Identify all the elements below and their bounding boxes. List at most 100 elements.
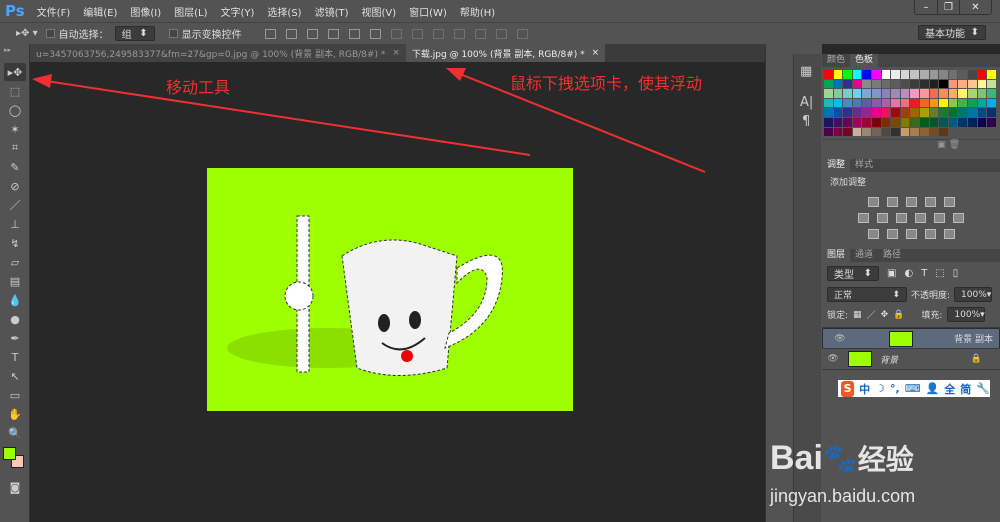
opacity-input[interactable]: 100% ▾ — [954, 287, 993, 303]
ime-simplified[interactable]: 简 — [960, 381, 971, 397]
lock-all-icon[interactable]: 🔒 — [893, 310, 904, 320]
swatch[interactable] — [948, 89, 958, 98]
swatch[interactable] — [852, 79, 862, 89]
swatch[interactable] — [967, 79, 977, 89]
lock-position-icon[interactable]: ✥ — [881, 310, 889, 320]
swatch[interactable] — [958, 70, 967, 79]
color-lookup-icon[interactable] — [953, 213, 964, 224]
swatch[interactable] — [833, 98, 843, 108]
swatch[interactable] — [833, 70, 843, 79]
vibrance-icon[interactable] — [943, 197, 955, 208]
swatch[interactable] — [900, 98, 910, 108]
swatch[interactable] — [852, 127, 862, 137]
swatch[interactable] — [900, 89, 910, 98]
swatch[interactable] — [987, 108, 996, 117]
swatch[interactable] — [929, 127, 939, 137]
tab-color[interactable]: 颜色 — [822, 54, 850, 67]
photo-filter-icon[interactable] — [915, 213, 926, 224]
posterize-icon[interactable] — [886, 229, 898, 240]
gradient-map-icon[interactable] — [943, 229, 955, 240]
swatch[interactable] — [843, 108, 852, 117]
swatch[interactable] — [881, 98, 891, 108]
swatch[interactable] — [919, 108, 929, 117]
visibility-eye-icon[interactable]: 👁 — [829, 334, 851, 344]
swatch[interactable] — [939, 89, 948, 98]
swatch[interactable] — [852, 117, 862, 127]
swatch[interactable] — [852, 70, 862, 79]
brightness-icon[interactable] — [867, 197, 879, 208]
swatch[interactable] — [871, 79, 881, 89]
swatch[interactable] — [891, 79, 900, 89]
swatch[interactable] — [929, 89, 939, 98]
swatch[interactable] — [852, 108, 862, 117]
swatch[interactable] — [939, 108, 948, 117]
swatch[interactable] — [862, 70, 871, 79]
swatch[interactable] — [939, 98, 948, 108]
swatch[interactable] — [987, 79, 996, 89]
ime-chinese-mode[interactable]: 中 — [859, 381, 870, 397]
filter-type-icon[interactable]: T — [921, 268, 927, 279]
swatch[interactable] — [871, 98, 881, 108]
swatch[interactable] — [919, 89, 929, 98]
swatch[interactable] — [910, 127, 919, 137]
swatch[interactable] — [824, 127, 833, 137]
swatch[interactable] — [824, 117, 833, 127]
swatch[interactable] — [871, 127, 881, 137]
swatch[interactable] — [929, 98, 939, 108]
tab-channels[interactable]: 通道 — [850, 249, 878, 262]
threshold-icon[interactable] — [905, 229, 917, 240]
swatch[interactable] — [977, 79, 987, 89]
blend-mode-dropdown[interactable]: 正常 ⬍ — [827, 287, 907, 303]
minimize-button[interactable]: – — [915, 0, 937, 14]
fill-input[interactable]: 100% ▾ — [947, 307, 986, 323]
swatch[interactable] — [977, 117, 987, 127]
swatch[interactable] — [843, 79, 852, 89]
swatch[interactable] — [977, 98, 987, 108]
swatch[interactable] — [891, 108, 900, 117]
swatch[interactable] — [987, 98, 996, 108]
swatch[interactable] — [939, 117, 948, 127]
swatch[interactable] — [891, 70, 900, 79]
swatch[interactable] — [958, 89, 967, 98]
swatch[interactable] — [881, 127, 891, 137]
swatch[interactable] — [862, 127, 871, 137]
swatch[interactable] — [891, 117, 900, 127]
tab-adjustments[interactable]: 调整 — [822, 159, 851, 173]
swatch[interactable] — [862, 108, 871, 117]
swatch[interactable] — [862, 117, 871, 127]
swatch[interactable] — [948, 117, 958, 127]
selective-color-icon[interactable] — [924, 229, 936, 240]
swatch[interactable] — [919, 70, 929, 79]
swatch[interactable] — [948, 108, 958, 117]
swatch[interactable] — [852, 89, 862, 98]
swatch[interactable] — [833, 108, 843, 117]
swatch[interactable] — [977, 108, 987, 117]
swatch[interactable] — [939, 79, 948, 89]
swatch[interactable] — [871, 70, 881, 79]
swatch[interactable] — [900, 79, 910, 89]
swatch[interactable] — [871, 117, 881, 127]
black-white-icon[interactable] — [896, 213, 907, 224]
channel-mixer-icon[interactable] — [934, 213, 945, 224]
ime-fullwidth[interactable]: 全 — [944, 381, 955, 397]
swatch[interactable] — [862, 79, 871, 89]
swatch[interactable] — [919, 117, 929, 127]
close-button[interactable]: ✕ — [959, 0, 991, 14]
swatch[interactable] — [967, 89, 977, 98]
hue-saturation-icon[interactable] — [858, 213, 869, 224]
paragraph-panel-icon[interactable]: ¶ — [802, 114, 813, 129]
ime-halfwidth-icon[interactable]: ☽ — [875, 382, 885, 395]
swatch[interactable] — [871, 108, 881, 117]
swatch[interactable] — [881, 108, 891, 117]
swatch[interactable] — [910, 89, 919, 98]
swatch[interactable] — [843, 117, 852, 127]
lock-transparent-icon[interactable]: ▦ — [853, 310, 862, 320]
curves-icon[interactable] — [905, 197, 917, 208]
swatch[interactable] — [967, 98, 977, 108]
swatch[interactable] — [871, 89, 881, 98]
swatch[interactable] — [977, 89, 987, 98]
swatch[interactable] — [948, 70, 958, 79]
lock-pixels-icon[interactable]: ／ — [867, 308, 876, 321]
swatch[interactable] — [843, 89, 852, 98]
swatch[interactable] — [833, 89, 843, 98]
